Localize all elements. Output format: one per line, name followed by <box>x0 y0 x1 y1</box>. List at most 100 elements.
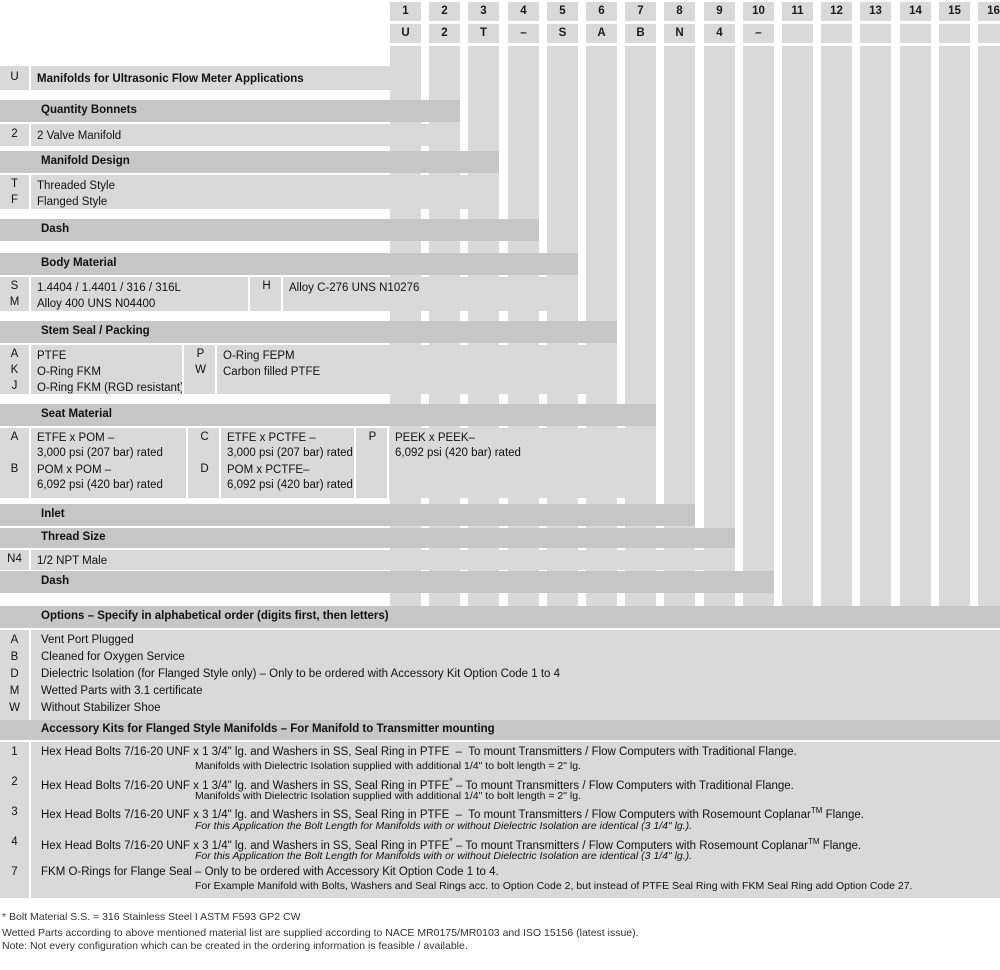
column-divider <box>29 428 31 498</box>
option-code: P <box>196 348 205 360</box>
option-code: D <box>10 668 19 680</box>
column-divider <box>29 550 31 570</box>
kit-code: 4 <box>11 836 18 848</box>
option-description: PEEK x PEEK– 6,092 psi (420 bar) rated <box>395 432 521 459</box>
option-description: ETFE x POM – 3,000 psi (207 bar) rated <box>37 432 163 459</box>
example-code-13 <box>860 24 891 43</box>
example-code-11 <box>782 24 813 43</box>
code-column-strip-16 <box>978 46 1000 606</box>
code-column-strip-10 <box>743 46 774 606</box>
option-description: Dielectric Isolation (for Flanged Style … <box>41 668 561 680</box>
accessory-kits-title: Accessory Kits for Flanged Style Manifol… <box>0 720 1000 740</box>
example-code-9: 4 <box>704 24 735 43</box>
option-description: 2 Valve Manifold <box>37 130 122 142</box>
section-title-label: Dash <box>41 223 70 236</box>
option-description: Carbon filled PTFE <box>223 366 321 378</box>
kit-description-line1: Hex Head Bolts 7/16-20 UNF x 3 1/4" lg. … <box>41 806 864 821</box>
option-code: A <box>10 634 19 646</box>
example-code-5: S <box>547 24 578 43</box>
example-code-6: A <box>586 24 617 43</box>
option-code: A <box>10 431 19 443</box>
section-title-label: Thread Size <box>41 531 106 544</box>
section-title-manifold-design: Manifold Design <box>0 151 499 173</box>
option-description: ETFE x PCTFE – 3,000 psi (207 bar) rated <box>227 432 353 459</box>
position-number-9: 9 <box>704 2 735 21</box>
footnote-asterisk: * <box>449 776 453 786</box>
section-title-label: Stem Seal / Packing <box>41 325 150 338</box>
position-number-5: 5 <box>547 2 578 21</box>
option-code: K <box>10 364 19 376</box>
option-description: POM x PCTFE– 6,092 psi (420 bar) rated <box>227 464 353 491</box>
footnote-1: * Bolt Material S.S. = 316 Stainless Ste… <box>2 911 301 923</box>
position-number-1: 1 <box>390 2 421 21</box>
code-column-strip-9 <box>704 46 735 606</box>
example-code-3: T <box>468 24 499 43</box>
column-divider <box>29 345 31 394</box>
example-code-4: – <box>508 24 539 43</box>
position-number-11: 11 <box>782 2 813 21</box>
kit-code: 1 <box>11 746 18 758</box>
code-column-strip-12 <box>821 46 852 606</box>
option-description: POM x POM – 6,092 psi (420 bar) rated <box>37 464 163 491</box>
option-description: PTFE <box>37 350 67 362</box>
kit-code: 3 <box>11 806 18 818</box>
example-code-12 <box>821 24 852 43</box>
kit-description-line2: For this Application the Bolt Length for… <box>195 850 693 862</box>
kit-code: 2 <box>11 776 18 788</box>
option-code: S <box>10 280 19 292</box>
column-divider <box>29 66 31 90</box>
section-title-seat-material: Seat Material <box>0 404 656 426</box>
column-divider <box>29 742 31 898</box>
column-divider <box>29 124 31 146</box>
kit-code: 7 <box>11 866 18 878</box>
example-code-8: N <box>664 24 695 43</box>
example-code-16 <box>978 24 1000 43</box>
option-code: B <box>10 651 19 663</box>
option-description: Manifolds for Ultrasonic Flow Meter Appl… <box>37 73 304 85</box>
option-code: P <box>368 431 377 443</box>
option-code: B <box>10 463 19 475</box>
kit-description-line2: Manifolds with Dielectric Isolation supp… <box>195 760 581 772</box>
section-title-label: Dash <box>41 575 70 588</box>
option-code: W <box>9 702 20 714</box>
kit-description-line2: Manifolds with Dielectric Isolation supp… <box>195 790 581 802</box>
option-code: M <box>9 296 20 308</box>
section-title-dash-1: Dash <box>0 219 539 241</box>
footnote-asterisk: * <box>449 836 453 846</box>
option-description: Threaded Style <box>37 180 115 192</box>
option-description: Flanged Style <box>37 196 108 208</box>
kit-description-line1: FKM O-Rings for Flange Seal – Only to be… <box>41 866 499 878</box>
option-code: D <box>200 463 209 475</box>
example-code-1: U <box>390 24 421 43</box>
column-divider <box>387 428 389 498</box>
kit-description-line2: For this Application the Bolt Length for… <box>195 820 693 832</box>
trademark-mark: TM <box>810 806 823 815</box>
section-title-inlet: Inlet <box>0 504 695 526</box>
position-number-3: 3 <box>468 2 499 21</box>
option-description: Cleaned for Oxygen Service <box>41 651 185 663</box>
option-description: 1/2 NPT Male <box>37 555 108 567</box>
column-divider <box>281 277 283 311</box>
accessory-kits-title-label: Accessory Kits for Flanged Style Manifol… <box>41 723 495 736</box>
code-column-strip-15 <box>939 46 970 606</box>
option-description: Wetted Parts with 3.1 certificate <box>41 685 203 697</box>
trademark-mark: TM <box>807 837 820 846</box>
column-divider <box>215 345 217 394</box>
option-description: O-Ring FKM <box>37 366 101 378</box>
position-number-14: 14 <box>900 2 931 21</box>
options-title-label: Options – Specify in alphabetical order … <box>41 610 389 623</box>
option-code: C <box>200 431 209 443</box>
option-description: Alloy C-276 UNS N10276 <box>289 282 420 294</box>
section-title-quantity-bonnets: Quantity Bonnets <box>0 100 460 122</box>
code-column-strip-13 <box>860 46 891 606</box>
section-title-thread-size: Thread Size <box>0 528 735 548</box>
code-column-strip-14 <box>900 46 931 606</box>
section-title-body-material: Body Material <box>0 253 578 275</box>
section-body-thread-size <box>0 550 735 570</box>
section-title-stem-seal-packing: Stem Seal / Packing <box>0 321 617 343</box>
example-code-14 <box>900 24 931 43</box>
option-description: Alloy 400 UNS N04400 <box>37 298 156 310</box>
section-title-label: Body Material <box>41 257 117 270</box>
column-divider <box>29 630 31 721</box>
option-code: J <box>11 380 18 392</box>
